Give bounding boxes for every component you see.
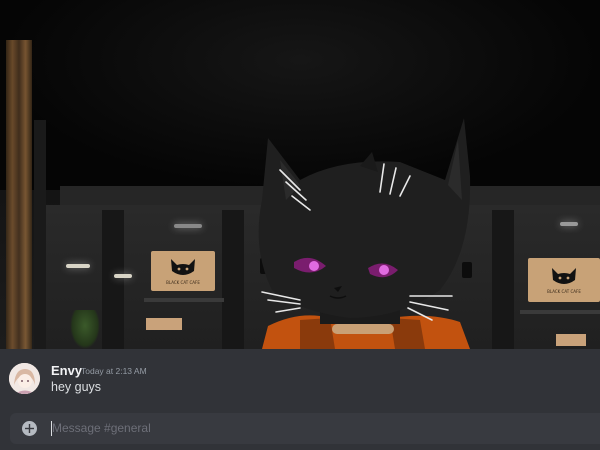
chat-message[interactable]: Envy Today at 2:13 AM hey guys	[0, 349, 600, 409]
message-input[interactable]	[52, 417, 582, 439]
username[interactable]: Envy	[51, 363, 82, 378]
add-attachment-button[interactable]	[22, 421, 37, 436]
user-avatar-icon	[9, 363, 40, 394]
chat-panel: Envy Today at 2:13 AM hey guys	[0, 349, 600, 450]
message-timestamp: Today at 2:13 AM	[81, 366, 147, 376]
message-text: hey guys	[51, 380, 102, 394]
message-composer	[10, 413, 600, 444]
video-scene: BLACK CAT CAFE BLACK CAT CAFE	[0, 0, 600, 349]
vr-cat-avatar	[258, 118, 471, 349]
user-avatar[interactable]	[9, 363, 40, 394]
plus-circle-icon	[25, 424, 34, 433]
